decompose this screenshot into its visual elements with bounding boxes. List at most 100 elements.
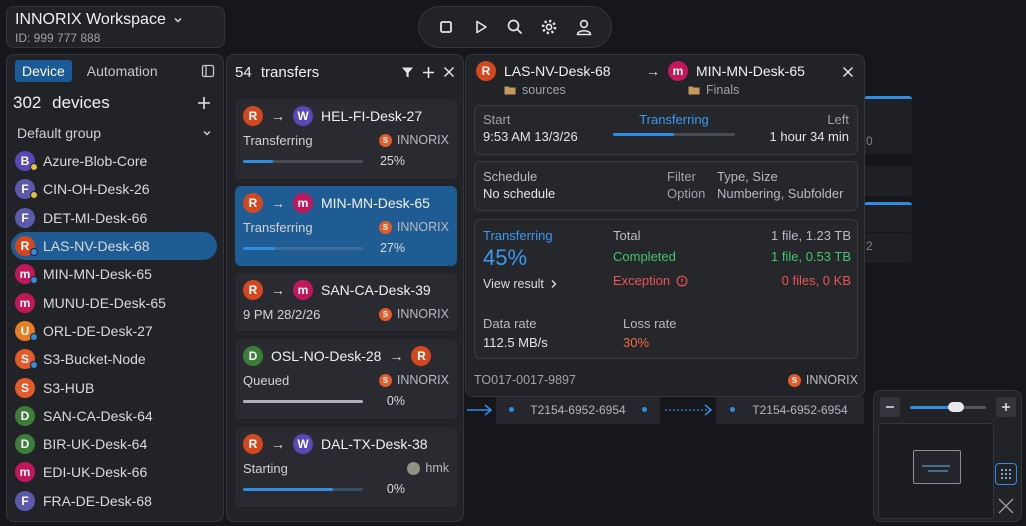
device-item[interactable]: F FRA-DE-Desk-68 bbox=[7, 487, 223, 515]
device-item[interactable]: m EDI-UK-Desk-66 bbox=[7, 458, 223, 486]
gear-icon[interactable] bbox=[537, 15, 561, 39]
device-item[interactable]: m MIN-MN-Desk-65 bbox=[7, 260, 223, 288]
user-icon[interactable] bbox=[572, 15, 596, 39]
completed-label: Completed bbox=[613, 249, 676, 264]
fit-view-button[interactable] bbox=[995, 463, 1017, 485]
minimap-canvas[interactable] bbox=[878, 423, 994, 519]
graph-node[interactable]: T2154-6952-6954 bbox=[716, 396, 864, 424]
avatar: S bbox=[15, 377, 35, 398]
total-value: 1 file, 1.23 TB bbox=[771, 228, 851, 243]
view-result-link[interactable]: View result bbox=[483, 277, 558, 291]
avatar: W bbox=[293, 434, 313, 454]
exception-label: Exception bbox=[613, 273, 671, 288]
transfer-card[interactable]: R → m SAN-CA-Desk-39 9 PM 28/2/26 S INNORIX bbox=[235, 273, 457, 331]
transfer-source: hmk bbox=[407, 461, 449, 475]
user-avatar-icon bbox=[407, 461, 421, 475]
transfer-count: 54 transfers bbox=[235, 64, 393, 81]
avatar: m bbox=[15, 292, 35, 313]
filter-icon[interactable] bbox=[401, 66, 414, 79]
transfer-card[interactable]: R → m MIN-MN-Desk-65 Transferring S INNORIX 27% bbox=[235, 186, 457, 266]
graph-node-label: T2154-6952-6954 bbox=[530, 403, 626, 417]
play-icon[interactable] bbox=[469, 15, 493, 39]
zoom-slider[interactable] bbox=[910, 401, 986, 412]
innorix-logo-icon: S bbox=[378, 307, 392, 321]
device-name: DET-MI-Desk-66 bbox=[43, 209, 148, 226]
arrow-icon: → bbox=[389, 348, 404, 364]
transfer-progress-bar bbox=[243, 487, 363, 491]
workspace-title: INNORIX Workspace bbox=[15, 11, 166, 28]
start-label: Start bbox=[483, 112, 511, 127]
add-device-icon[interactable] bbox=[197, 96, 211, 110]
detail-from-name: LAS-NV-Desk-68 bbox=[504, 63, 611, 79]
search-icon[interactable] bbox=[503, 15, 527, 39]
device-item[interactable]: U ORL-DE-Desk-27 bbox=[7, 317, 223, 345]
transfer-target: SAN-CA-Desk-39 bbox=[321, 282, 431, 298]
device-item[interactable]: S S3-HUB bbox=[7, 373, 223, 401]
schedule-label: Schedule bbox=[483, 169, 538, 184]
zoom-out-button[interactable] bbox=[880, 397, 900, 417]
avatar: m bbox=[15, 462, 35, 483]
transfer-card[interactable]: R → W DAL-TX-Desk-38 Starting hmk 0% bbox=[235, 427, 457, 507]
device-item[interactable]: D SAN-CA-Desk-64 bbox=[7, 402, 223, 430]
close-icon[interactable] bbox=[443, 66, 455, 78]
folder-icon bbox=[688, 86, 700, 95]
arrow-icon: → bbox=[271, 436, 285, 452]
loss-rate-label: Loss rate bbox=[623, 316, 677, 331]
transfer-status: Transferring bbox=[243, 219, 313, 235]
device-item[interactable]: D BIR-UK-Desk-64 bbox=[7, 430, 223, 458]
ghost-node-label: 0 bbox=[866, 134, 873, 148]
chevron-down-icon[interactable] bbox=[172, 14, 184, 26]
minimap-viewport[interactable] bbox=[913, 450, 961, 484]
schedule-box[interactable]: Schedule No schedule Filter Option Type,… bbox=[474, 161, 858, 211]
schedule-value: No schedule bbox=[483, 186, 556, 201]
transfer-target: MIN-MN-Desk-65 bbox=[321, 195, 430, 211]
data-rate-value: 112.5 MB/s bbox=[483, 335, 548, 350]
transfer-progress-bar bbox=[243, 399, 363, 403]
tab-automation[interactable]: Automation bbox=[80, 60, 165, 82]
close-icon[interactable] bbox=[842, 66, 854, 78]
detail-progress-bar bbox=[613, 133, 735, 136]
avatar: F bbox=[15, 207, 35, 228]
group-selector[interactable]: Default group bbox=[7, 119, 223, 147]
stop-icon[interactable] bbox=[434, 15, 458, 39]
chevron-right-icon bbox=[551, 280, 557, 288]
device-item[interactable]: B Azure-Blob-Core bbox=[7, 147, 223, 175]
tab-device[interactable]: Device bbox=[15, 60, 72, 82]
workspace-card[interactable]: INNORIX Workspace ID: 999 777 888 bbox=[6, 6, 225, 48]
zoom-slider-thumb[interactable] bbox=[947, 401, 964, 412]
device-name: Azure-Blob-Core bbox=[43, 153, 148, 170]
avatar: R bbox=[411, 346, 432, 366]
device-item[interactable]: F DET-MI-Desk-66 bbox=[7, 204, 223, 232]
device-item[interactable]: S S3-Bucket-Node bbox=[7, 345, 223, 373]
collapse-minimap-button[interactable] bbox=[995, 495, 1017, 517]
info-icon[interactable] bbox=[676, 275, 688, 287]
option-value: Numbering, Subfolder bbox=[717, 186, 844, 201]
arrow-icon: → bbox=[271, 282, 285, 298]
device-name: EDI-UK-Desk-66 bbox=[43, 464, 148, 481]
device-count-number: 302 bbox=[13, 93, 42, 112]
avatar: F bbox=[15, 490, 35, 511]
sidebar-toggle-icon[interactable] bbox=[201, 64, 215, 78]
left-label: Left bbox=[827, 112, 849, 127]
transfer-status: Starting bbox=[243, 460, 288, 476]
arrow-icon: → bbox=[271, 195, 285, 211]
exception-value: 0 files, 0 KB bbox=[781, 273, 851, 288]
device-name: S3-Bucket-Node bbox=[43, 351, 146, 368]
device-item[interactable]: m MUNU-DE-Desk-65 bbox=[7, 288, 223, 316]
transfer-source: S INNORIX bbox=[378, 133, 449, 147]
transfer-count-number: 54 bbox=[235, 63, 252, 81]
device-name: MUNU-DE-Desk-65 bbox=[43, 294, 166, 311]
graph-node[interactable]: T2154-6952-6954 bbox=[496, 396, 660, 424]
progress-fill bbox=[613, 133, 674, 136]
zoom-in-button[interactable] bbox=[996, 397, 1016, 417]
add-transfer-icon[interactable] bbox=[422, 66, 435, 79]
transfer-card[interactable]: D OSL-NO-Desk-28 → R Queued S INNORIX 0% bbox=[235, 339, 457, 419]
device-item[interactable]: F CIN-OH-Desk-26 bbox=[7, 175, 223, 203]
transfer-target: HEL-FI-Desk-27 bbox=[321, 108, 423, 124]
avatar: R bbox=[243, 434, 263, 454]
device-item[interactable]: R LAS-NV-Desk-68 bbox=[11, 231, 217, 261]
device-name: LAS-NV-Desk-68 bbox=[43, 238, 150, 255]
avatar: W bbox=[293, 106, 313, 126]
transfer-card[interactable]: R → W HEL-FI-Desk-27 Transferring S INNORIX 25% bbox=[235, 99, 457, 179]
grid-dots-icon bbox=[1001, 469, 1011, 479]
